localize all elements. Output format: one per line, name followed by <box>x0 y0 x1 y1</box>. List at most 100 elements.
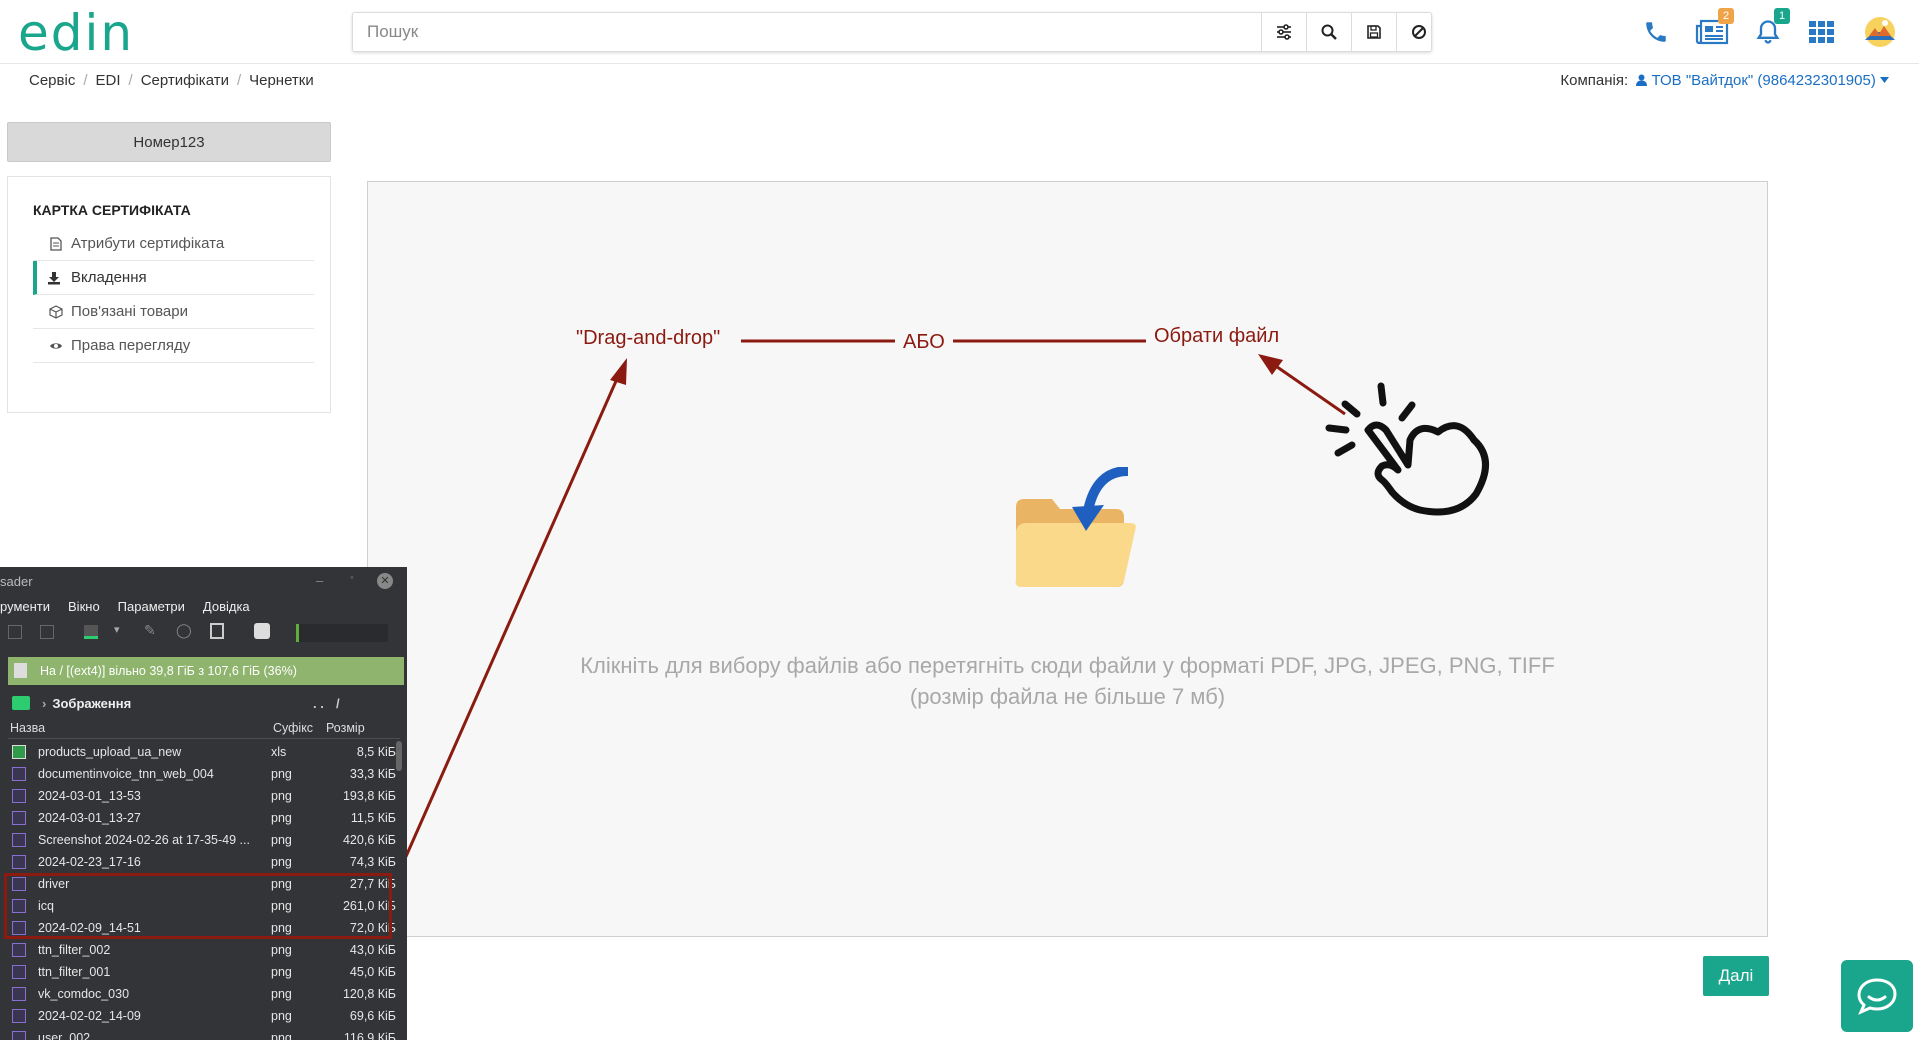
fm-trash-icon[interactable] <box>210 623 224 639</box>
file-name: 2024-03-01_13-27 <box>38 811 141 825</box>
file-suffix: png <box>271 811 292 825</box>
file-row[interactable]: 2024-02-02_14-09 png 69,6 КіБ <box>8 1005 400 1027</box>
dropzone-hint: Клікніть для вибору файлів або перетягні… <box>367 650 1768 712</box>
file-size: 120,8 КіБ <box>342 987 396 1001</box>
fm-col-size[interactable]: Розмір <box>326 721 365 735</box>
fm-move-icon[interactable] <box>40 625 54 639</box>
file-row[interactable]: 2024-03-01_13-53 png 193,8 КіБ <box>8 785 400 807</box>
file-suffix: png <box>271 767 292 781</box>
fm-disk-usage-bar <box>296 624 388 642</box>
file-name: Screenshot 2024-02-26 at 17-35-49 ... <box>38 833 250 847</box>
file-name: 2024-03-01_13-53 <box>38 789 141 803</box>
file-size: 420,6 КіБ <box>342 833 396 847</box>
file-size: 33,3 КіБ <box>349 767 396 781</box>
annotation-drag-and-drop: "Drag-and-drop" <box>576 327 721 349</box>
file-row[interactable]: user_002 png 116,9 КіБ <box>8 1027 400 1040</box>
fm-parent-dir[interactable]: . . <box>313 696 324 711</box>
file-size: 193,8 КіБ <box>342 789 396 803</box>
fm-status-text: На / [(ext4)] вільно 39,8 ГіБ з 107,6 Гі… <box>40 664 297 678</box>
file-name: 2024-02-23_17-16 <box>38 855 141 869</box>
minimize-icon[interactable]: – <box>316 573 323 588</box>
hand-click-icon <box>1325 382 1489 516</box>
fm-edit-icon[interactable]: ✎ <box>144 622 156 639</box>
fm-menu-window[interactable]: Вікно <box>68 599 100 614</box>
fm-menu-tools[interactable]: рументи <box>0 599 50 614</box>
dropzone-hint-size: (розмір файла не більше 7 мб) <box>909 684 1226 709</box>
annotation-or: АБО <box>903 331 945 353</box>
file-size: 45,0 КіБ <box>349 965 396 979</box>
image-file-icon <box>12 965 26 979</box>
file-size: 69,6 КіБ <box>349 1009 396 1023</box>
image-file-icon <box>12 789 26 803</box>
file-suffix: png <box>271 855 292 869</box>
fm-scrollbar[interactable] <box>396 741 402 771</box>
file-size: 8,5 КіБ <box>356 745 396 759</box>
annotation-arrowhead-drag <box>610 358 627 385</box>
annotation-arrow-drag <box>398 371 622 871</box>
next-button[interactable]: Далі <box>1703 956 1769 996</box>
fm-user-icon[interactable]: ◯ <box>176 622 192 639</box>
image-file-icon <box>12 1009 26 1023</box>
file-suffix: png <box>271 965 292 979</box>
fm-root-dir[interactable]: / <box>336 696 340 711</box>
file-manager-window: sader – ◦ ✕ рументи Вікно Параметри Дові… <box>0 567 407 1040</box>
image-file-icon <box>12 1031 26 1040</box>
fm-folder-icon <box>12 696 30 710</box>
file-suffix: xls <box>271 745 287 759</box>
fm-toolbar: ▾ ✎ ◯ <box>0 617 407 647</box>
file-size: 116,9 КіБ <box>343 1031 396 1040</box>
file-row[interactable]: Screenshot 2024-02-26 at 17-35-49 ... png… <box>8 829 400 851</box>
fm-copy-icon[interactable] <box>8 625 22 639</box>
file-row[interactable]: products_upload_ua_new xls 8,5 КіБ <box>8 741 400 763</box>
file-name: 2024-02-02_14-09 <box>38 1009 141 1023</box>
file-row[interactable]: 2024-03-01_13-27 png 11,5 КіБ <box>8 807 400 829</box>
chat-bubble-icon <box>1857 978 1897 1015</box>
file-name: vk_comdoc_030 <box>38 987 130 1001</box>
image-file-icon <box>12 833 26 847</box>
file-suffix: png <box>271 943 292 957</box>
file-row[interactable]: ttn_filter_002 png 43,0 КіБ <box>8 939 400 961</box>
fm-menu-help[interactable]: Довідка <box>203 599 250 614</box>
spreadsheet-file-icon <box>12 745 26 759</box>
file-suffix: png <box>271 987 292 1001</box>
fm-expand-icon[interactable]: › <box>42 696 46 711</box>
fm-column-headers: Назва Суфікс Розмір <box>8 719 400 739</box>
file-row[interactable]: ttn_filter_001 png 45,0 КіБ <box>8 961 400 983</box>
file-suffix: png <box>271 833 292 847</box>
fm-title: sader <box>0 573 33 589</box>
fm-col-suffix[interactable]: Суфікс <box>273 721 313 735</box>
fm-titlebar: sader – ◦ ✕ <box>0 567 407 595</box>
file-suffix: png <box>271 1009 292 1023</box>
annotation-choose-file: Обрати файл <box>1154 325 1280 347</box>
fm-path-bar: › Зображення . . / <box>8 691 404 715</box>
image-file-icon <box>12 811 26 825</box>
maximize-icon[interactable]: ◦ <box>350 572 354 584</box>
file-name: documentinvoice_tnn_web_004 <box>38 767 214 781</box>
file-name: ttn_filter_001 <box>38 965 111 979</box>
annotation-arrowhead-choose <box>1258 354 1283 375</box>
image-file-icon <box>12 943 26 957</box>
fm-current-folder: Зображення <box>52 695 132 711</box>
file-size: 43,0 КіБ <box>349 943 396 957</box>
file-suffix: png <box>271 1031 292 1040</box>
chat-button[interactable] <box>1841 960 1913 1032</box>
file-row[interactable]: documentinvoice_tnn_web_004 png 33,3 КіБ <box>8 763 400 785</box>
fm-selection-highlight <box>4 873 392 939</box>
fm-checksum-icon[interactable] <box>84 625 98 639</box>
close-icon[interactable]: ✕ <box>377 573 393 589</box>
fm-terminal-icon[interactable] <box>254 623 270 639</box>
fm-col-name[interactable]: Назва <box>10 721 45 735</box>
file-suffix: png <box>271 789 292 803</box>
fm-dropdown-icon[interactable]: ▾ <box>114 623 120 636</box>
dropzone-hint-formats: Клікніть для вибору файлів або перетягні… <box>580 653 1555 678</box>
file-name: products_upload_ua_new <box>38 745 182 759</box>
image-file-icon <box>12 767 26 781</box>
file-row[interactable]: 2024-02-23_17-16 png 74,3 КіБ <box>8 851 400 873</box>
fm-menu-settings[interactable]: Параметри <box>118 599 185 614</box>
annotation-arrow-choose <box>1269 360 1346 416</box>
file-name: user_002 <box>38 1031 91 1040</box>
image-file-icon <box>12 855 26 869</box>
disk-icon <box>14 663 27 678</box>
image-file-icon <box>12 987 26 1001</box>
file-row[interactable]: vk_comdoc_030 png 120,8 КіБ <box>8 983 400 1005</box>
